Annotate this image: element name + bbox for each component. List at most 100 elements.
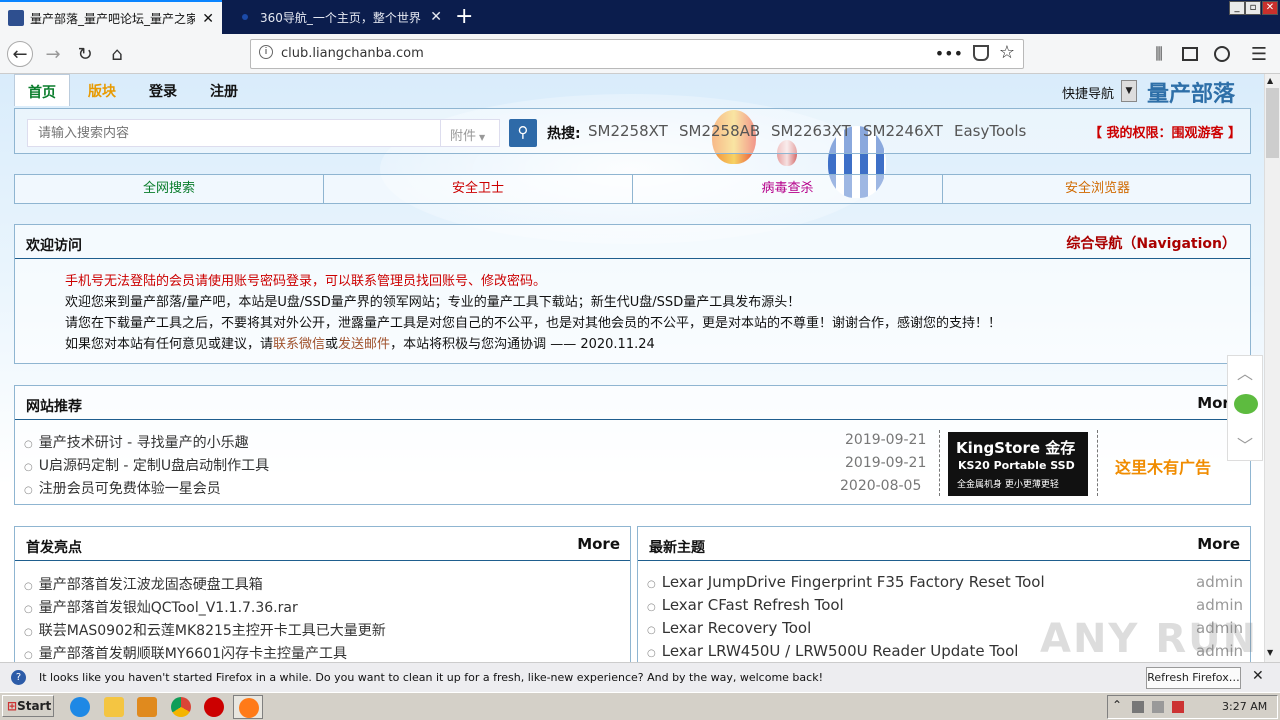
hot-term[interactable]: SM2246XT bbox=[863, 122, 943, 140]
tab-360[interactable]: 360导航_一个主页，整个世界 ✕ bbox=[228, 0, 450, 34]
bullet-icon: ○ bbox=[24, 604, 33, 615]
firefox-taskbar-button[interactable] bbox=[233, 695, 263, 719]
nav-forums[interactable]: 版块 bbox=[88, 81, 116, 101]
clock[interactable]: 3:27 AM bbox=[1222, 700, 1267, 713]
quick-nav-dropdown-icon[interactable]: ▼ bbox=[1121, 80, 1137, 102]
list-item[interactable]: ○ 联芸MAS0902和云莲MK8215主控开卡工具已大量更新 bbox=[24, 620, 386, 640]
list-item[interactable]: ○ 量产部落首发朝顺联MY6601闪存卡主控量产工具 bbox=[24, 643, 347, 662]
list-item[interactable]: ○ 量产部落首发银灿QCTool_V1.1.7.36.rar bbox=[24, 597, 298, 617]
list-item-date: 2019-09-21 bbox=[845, 432, 927, 448]
reload-button[interactable]: ↻ bbox=[72, 41, 98, 67]
navigation-link[interactable]: 综合导航（Navigation） bbox=[1066, 233, 1236, 253]
pocket-icon[interactable] bbox=[973, 45, 989, 61]
refresh-firefox-button[interactable]: Refresh Firefox… bbox=[1146, 667, 1241, 689]
hot-term[interactable]: SM2258XT bbox=[588, 122, 668, 140]
list-item[interactable]: ○ 注册会员可免费体验一星会员 bbox=[24, 478, 221, 498]
minimize-button[interactable]: _ bbox=[1229, 1, 1245, 15]
kingstore-ad[interactable]: KingStore 金存 KS20 Portable SSD 全金属机身 更小更… bbox=[948, 432, 1088, 496]
hot-term[interactable]: SM2258AB bbox=[679, 122, 760, 140]
link-virus-scan[interactable]: 病毒查杀 bbox=[633, 175, 943, 203]
wechat-contact-link[interactable]: 联系微信 bbox=[273, 337, 325, 352]
library-button[interactable]: ⫼ bbox=[1146, 41, 1172, 67]
search-scope-select[interactable]: 附件 ▼ bbox=[440, 119, 500, 147]
network-icon[interactable] bbox=[1132, 701, 1144, 713]
navigation-toolbar: ← → ↻ ⌂ i club.liangchanba.com ••• ☆ ⫼ ☰ bbox=[0, 34, 1280, 74]
bookmark-star-icon[interactable]: ☆ bbox=[999, 42, 1015, 63]
close-tab-icon[interactable]: ✕ bbox=[202, 11, 214, 27]
link-security-guard[interactable]: 安全卫士 bbox=[324, 175, 633, 203]
opera-icon[interactable] bbox=[204, 697, 224, 717]
list-item-text: 量产部落首发银灿QCTool_V1.1.7.36.rar bbox=[38, 600, 298, 616]
list-item-author[interactable]: admin bbox=[1196, 573, 1243, 591]
first-release-more-link[interactable]: More bbox=[577, 535, 620, 553]
scroll-up-icon[interactable]: ︿ bbox=[1237, 360, 1253, 384]
watermark-logo: ANY RUN bbox=[1040, 616, 1259, 662]
folder-icon[interactable] bbox=[104, 697, 124, 717]
hot-term[interactable]: SM2263XT bbox=[771, 122, 851, 140]
account-button[interactable] bbox=[1209, 41, 1235, 67]
tab-liangchanba[interactable]: 量产部落_量产吧论坛_量产之家_ ✕ bbox=[0, 0, 222, 34]
bullet-icon: ○ bbox=[24, 581, 33, 592]
list-item[interactable]: ○ 量产技术研讨 - 寻找量产的小乐趣 bbox=[24, 432, 249, 452]
caret-down-icon: ▼ bbox=[479, 133, 486, 142]
tab-title: 量产部落_量产吧论坛_量产之家_ bbox=[30, 11, 195, 26]
ie-icon[interactable] bbox=[70, 697, 90, 717]
page-scrollbar[interactable]: ▲ ▼ bbox=[1264, 74, 1280, 662]
nav-login[interactable]: 登录 bbox=[149, 81, 177, 101]
close-notification-icon[interactable]: ✕ bbox=[1252, 668, 1264, 684]
search-button[interactable]: ⚲ bbox=[509, 119, 537, 147]
nav-register[interactable]: 注册 bbox=[210, 81, 238, 101]
menu-button[interactable]: ☰ bbox=[1246, 41, 1272, 67]
bullet-icon: ○ bbox=[24, 650, 33, 661]
scrollbar-thumb[interactable] bbox=[1266, 88, 1279, 158]
link-web-search[interactable]: 全网搜索 bbox=[15, 175, 324, 203]
info-icon[interactable]: i bbox=[259, 45, 273, 59]
back-button[interactable]: ← bbox=[7, 41, 33, 67]
chrome-icon[interactable] bbox=[171, 697, 191, 717]
tray-expand-icon[interactable]: ⌃ bbox=[1112, 698, 1122, 712]
url-bar[interactable]: i club.liangchanba.com ••• ☆ bbox=[250, 39, 1024, 69]
ad-placeholder: 这里木有广告 bbox=[1115, 458, 1212, 477]
security-icon[interactable] bbox=[1172, 701, 1184, 713]
quick-nav-label[interactable]: 快捷导航 bbox=[1062, 83, 1114, 102]
hamburger-icon: ☰ bbox=[1250, 43, 1268, 65]
scroll-down-arrow-icon[interactable]: ▼ bbox=[1267, 648, 1273, 657]
volume-icon[interactable] bbox=[1152, 701, 1164, 713]
home-button[interactable]: ⌂ bbox=[104, 41, 130, 67]
list-item-date: 2019-09-21 bbox=[845, 455, 927, 471]
site-favicon-icon bbox=[8, 10, 24, 26]
list-item[interactable]: ○ Lexar JumpDrive Fingerprint F35 Factory… bbox=[647, 573, 1045, 591]
list-item[interactable]: ○ Lexar CFast Refresh Tool bbox=[647, 596, 844, 614]
list-item[interactable]: ○ Lexar LRW450U / LRW500U Reader Update T… bbox=[647, 642, 1018, 660]
sidebar-icon bbox=[1182, 47, 1198, 61]
hot-search-label: 热搜: bbox=[547, 126, 581, 142]
site-logo[interactable]: 量产部落 bbox=[1147, 76, 1235, 108]
start-button[interactable]: ⊞Start bbox=[2, 695, 54, 717]
new-tab-button[interactable]: + bbox=[455, 4, 473, 29]
bullet-icon: ○ bbox=[647, 579, 656, 590]
search-input[interactable] bbox=[27, 119, 441, 147]
nav-home-tab[interactable]: 首页 bbox=[14, 74, 70, 106]
wechat-icon[interactable] bbox=[1234, 394, 1258, 414]
scroll-down-icon[interactable]: ﹀ bbox=[1237, 432, 1253, 456]
latest-topics-more-link[interactable]: More bbox=[1197, 535, 1240, 553]
bullet-icon: ○ bbox=[647, 625, 656, 636]
search-section: 附件▼ ⚲ 热搜: SM2258XT SM2258AB SM2263XT SM2… bbox=[14, 108, 1251, 154]
list-item-text: 量产部落首发江波龙固态硬盘工具箱 bbox=[38, 577, 263, 593]
list-item-author[interactable]: admin bbox=[1196, 596, 1243, 614]
windows-taskbar: ⊞Start ⌃ 3:27 AM bbox=[0, 692, 1280, 720]
list-item[interactable]: ○ Lexar Recovery Tool bbox=[647, 619, 811, 637]
link-secure-browser[interactable]: 安全浏览器 bbox=[943, 175, 1252, 203]
hot-term[interactable]: EasyTools bbox=[954, 122, 1026, 140]
email-contact-link[interactable]: 发送邮件 bbox=[338, 337, 390, 352]
close-tab-icon[interactable]: ✕ bbox=[430, 9, 442, 25]
close-window-button[interactable]: ✕ bbox=[1262, 1, 1278, 15]
list-item[interactable]: ○ 量产部落首发江波龙固态硬盘工具箱 bbox=[24, 574, 263, 594]
sidebar-button[interactable] bbox=[1177, 41, 1203, 67]
list-item[interactable]: ○ U启源码定制 - 定制U盘启动制作工具 bbox=[24, 455, 269, 475]
media-player-icon[interactable] bbox=[137, 697, 157, 717]
maximize-button[interactable]: ▫ bbox=[1245, 1, 1261, 15]
forward-button[interactable]: → bbox=[40, 41, 66, 67]
page-actions-icon[interactable]: ••• bbox=[935, 44, 963, 63]
scroll-up-arrow-icon[interactable]: ▲ bbox=[1267, 76, 1273, 85]
